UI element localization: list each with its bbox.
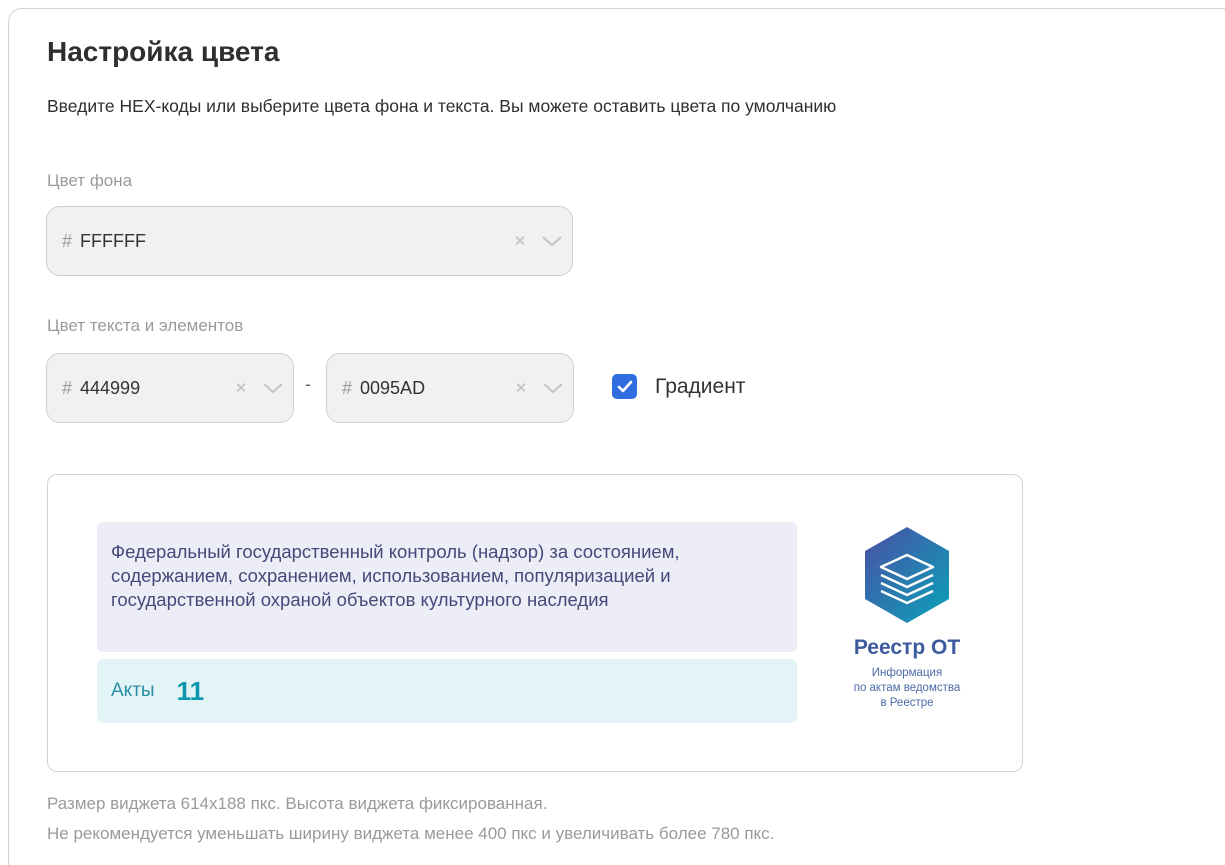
background-color-label: Цвет фона xyxy=(47,171,133,190)
page-title: Настройка цвета xyxy=(47,36,280,67)
text-color-to-select[interactable]: # 0095AD ✕ xyxy=(326,353,574,423)
layers-hexagon-icon xyxy=(865,527,949,623)
widget-acts-row: Акты 11 xyxy=(97,659,797,723)
background-color-value[interactable]: FFFFFF xyxy=(80,231,508,252)
close-icon[interactable]: ✕ xyxy=(509,379,533,397)
logo-title: Реестр ОТ xyxy=(853,636,961,659)
close-icon[interactable]: ✕ xyxy=(229,379,253,397)
chevron-down-icon[interactable] xyxy=(253,354,293,422)
size-note: Размер виджета 614х188 пкс. Высота видже… xyxy=(47,794,548,813)
page-subtitle: Введите HEX-коды или выберите цвета фона… xyxy=(47,96,837,116)
text-color-to-value[interactable]: 0095AD xyxy=(360,378,509,399)
chevron-down-icon[interactable] xyxy=(532,207,572,275)
logo-subtitle-line: Информация xyxy=(871,667,943,679)
chevron-down-icon[interactable] xyxy=(533,354,573,422)
logo-subtitle: Информация по актам ведомства в Реестре xyxy=(832,666,982,711)
close-icon[interactable]: ✕ xyxy=(508,232,532,250)
gradient-checkbox[interactable]: Градиент xyxy=(612,374,745,399)
acts-count: 11 xyxy=(176,675,205,706)
widget-description: Федеральный государственный контроль (на… xyxy=(97,522,797,652)
acts-label: Акты xyxy=(111,680,155,701)
text-color-label: Цвет текста и элементов xyxy=(47,316,244,335)
background-color-select[interactable]: # FFFFFF ✕ xyxy=(46,206,573,276)
registry-logo: Реестр ОТ Информация по актам ведомства … xyxy=(832,525,982,711)
range-separator: - xyxy=(305,374,311,394)
hash-prefix: # xyxy=(62,377,73,398)
hash-prefix: # xyxy=(62,230,73,251)
gradient-label: Градиент xyxy=(655,374,746,398)
check-icon[interactable] xyxy=(612,374,637,399)
hash-prefix: # xyxy=(342,377,353,398)
width-note: Не рекомендуется уменьшать ширину виджет… xyxy=(47,824,775,843)
text-color-from-select[interactable]: # 444999 ✕ xyxy=(46,353,294,423)
logo-subtitle-line: в Реестре xyxy=(880,697,934,709)
widget-preview: Федеральный государственный контроль (на… xyxy=(47,474,1023,772)
logo-subtitle-line: по актам ведомства xyxy=(853,682,961,694)
text-color-from-value[interactable]: 444999 xyxy=(80,378,229,399)
